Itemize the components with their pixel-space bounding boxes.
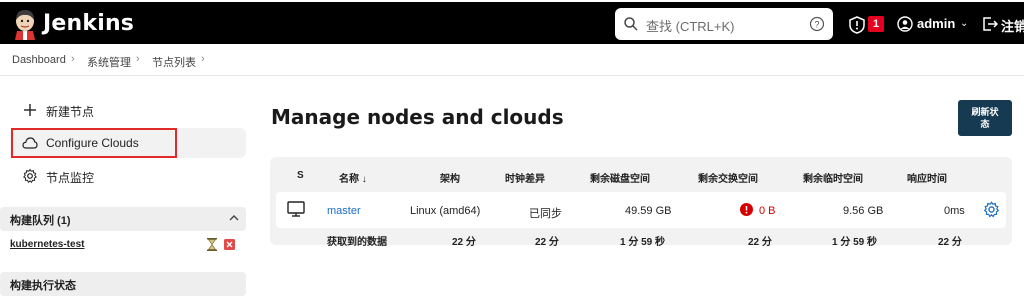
user-icon[interactable] xyxy=(897,16,913,32)
highlight-annotation-box xyxy=(11,128,177,158)
search-input[interactable]: 查找 (CTRL+K) xyxy=(646,16,734,35)
chevron-right-icon: › xyxy=(136,53,140,65)
column-header-clock[interactable]: 时钟差异 xyxy=(505,170,545,185)
chevron-up-icon[interactable] xyxy=(229,213,239,223)
node-arch: Linux (amd64) xyxy=(410,205,481,217)
sidebar-item-new-node[interactable]: 新建节点 xyxy=(10,95,246,125)
node-disk: 49.59 GB xyxy=(625,205,672,217)
refresh-label-line2: 态 xyxy=(980,119,990,129)
column-header-swap[interactable]: 剩余交换空间 xyxy=(698,170,758,185)
node-clock: 已同步 xyxy=(529,208,562,220)
node-swap: 0 B xyxy=(759,205,776,217)
plus-icon xyxy=(24,104,36,116)
column-header-temp[interactable]: 剩余临时空间 xyxy=(803,170,863,185)
column-header-arch[interactable]: 架构 xyxy=(440,170,460,185)
page-title: Manage nodes and clouds xyxy=(271,105,564,129)
refresh-label-line1: 刷新状 xyxy=(971,107,999,117)
user-menu[interactable]: admin xyxy=(917,16,955,31)
breadcrumb-manage[interactable]: 系统管理 xyxy=(87,54,131,70)
node-response: 0ms xyxy=(944,205,965,217)
refresh-status-button[interactable]: 刷新状 态 xyxy=(958,100,1012,136)
footer-temp-value: 1 分 59 秒 xyxy=(832,237,878,248)
gear-icon[interactable] xyxy=(983,201,1000,218)
computer-icon xyxy=(287,201,305,217)
breadcrumb: Dashboard › 系统管理 › 节点列表 › xyxy=(0,44,1024,76)
svg-text:?: ? xyxy=(814,20,819,30)
column-header-name[interactable]: 名称 ↓ xyxy=(339,170,367,185)
footer-label: 获取到的数据 xyxy=(327,237,387,248)
search-box[interactable]: 查找 (CTRL+K) ? xyxy=(615,8,833,40)
sidebar-item-label: 新建节点 xyxy=(46,105,95,119)
chevron-right-icon: › xyxy=(201,53,205,65)
logout-icon[interactable] xyxy=(982,16,998,32)
breadcrumb-nodes[interactable]: 节点列表 xyxy=(152,54,196,70)
build-queue-title: 构建队列 (1) xyxy=(10,215,71,227)
brand-title[interactable]: Jenkins xyxy=(43,11,134,36)
notification-badge[interactable]: 1 xyxy=(868,16,884,32)
column-header-status[interactable]: S xyxy=(297,170,304,181)
build-queue-header[interactable]: 构建队列 (1) xyxy=(0,207,246,231)
footer-disk-value: 1 分 59 秒 xyxy=(620,237,666,248)
chevron-down-icon[interactable]: ⌄ xyxy=(960,18,968,29)
node-temp: 9.56 GB xyxy=(843,205,884,217)
sidebar-item-label: 节点监控 xyxy=(46,171,95,185)
gear-icon xyxy=(23,168,37,184)
chevron-right-icon: › xyxy=(71,53,75,65)
footer-arch-value: 22 分 xyxy=(452,237,476,248)
nodes-table: S 名称 ↓ 架构 时钟差异 剩余磁盘空间 剩余交换空间 剩余临时空间 响应时间… xyxy=(270,157,1012,248)
footer-swap-value: 22 分 xyxy=(748,237,772,248)
shield-alert-icon[interactable] xyxy=(849,16,865,34)
logout-link[interactable]: 注销 xyxy=(1001,16,1024,35)
table-row: master Linux (amd64) 已同步 49.59 GB 0 B 9.… xyxy=(276,192,1006,228)
search-icon xyxy=(624,17,638,31)
column-header-disk[interactable]: 剩余磁盘空间 xyxy=(590,170,650,185)
hourglass-icon xyxy=(207,238,217,251)
footer-response-value: 22 分 xyxy=(938,237,962,248)
column-header-response[interactable]: 响应时间 xyxy=(907,170,947,185)
help-icon[interactable]: ? xyxy=(809,16,825,32)
executor-status-title: 构建执行状态 xyxy=(10,280,76,292)
top-header: Jenkins 查找 (CTRL+K) ? 1 admin ⌄ 注销 xyxy=(0,0,1024,44)
jenkins-logo[interactable] xyxy=(12,8,38,40)
footer-clock-value: 22 分 xyxy=(535,237,559,248)
node-name-link[interactable]: master xyxy=(327,205,361,217)
queue-item-link[interactable]: kubernetes-test xyxy=(10,239,84,250)
executor-status-header[interactable]: 构建执行状态 xyxy=(0,272,246,296)
cancel-icon[interactable] xyxy=(224,239,235,250)
sidebar-item-node-monitor[interactable]: 节点监控 xyxy=(10,161,246,191)
warning-icon xyxy=(740,203,753,216)
breadcrumb-dashboard[interactable]: Dashboard xyxy=(12,54,66,66)
